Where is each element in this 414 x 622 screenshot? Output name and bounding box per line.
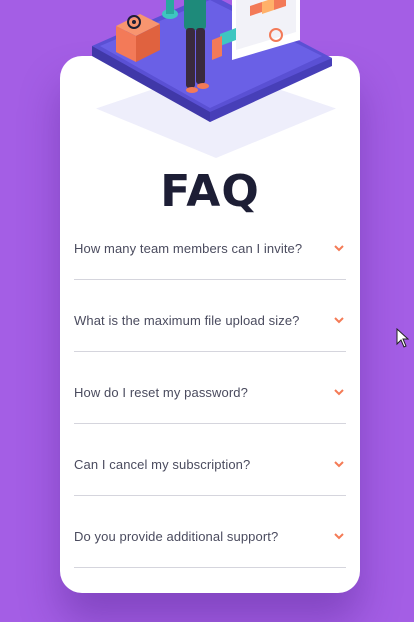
- faq-question[interactable]: How do I reset my password?: [74, 385, 248, 400]
- faq-question[interactable]: What is the maximum file upload size?: [74, 313, 300, 328]
- faq-divider: [74, 495, 346, 496]
- faq-item[interactable]: What is the maximum file upload size?: [74, 302, 346, 374]
- faq-item[interactable]: Can I cancel my subscription?: [74, 446, 346, 518]
- faq-question-row[interactable]: Can I cancel my subscription?: [74, 454, 346, 474]
- faq-question[interactable]: How many team members can I invite?: [74, 241, 302, 256]
- page-title: FAQ: [160, 166, 260, 217]
- faq-item[interactable]: How many team members can I invite?: [74, 230, 346, 302]
- faq-question[interactable]: Can I cancel my subscription?: [74, 457, 250, 472]
- faq-question-row[interactable]: Do you provide additional support?: [74, 526, 346, 546]
- chevron-down-icon[interactable]: [332, 313, 346, 327]
- chevron-down-icon[interactable]: [332, 529, 346, 543]
- faq-question-row[interactable]: How do I reset my password?: [74, 382, 346, 402]
- chevron-down-icon[interactable]: [332, 457, 346, 471]
- faq-page: FAQ How many team members can I invite? …: [0, 0, 414, 622]
- faq-question-row[interactable]: How many team members can I invite?: [74, 238, 346, 258]
- faq-item[interactable]: Do you provide additional support?: [74, 518, 346, 590]
- faq-question[interactable]: Do you provide additional support?: [74, 529, 278, 544]
- faq-item[interactable]: How do I reset my password?: [74, 374, 346, 446]
- faq-divider: [74, 279, 346, 280]
- chevron-down-icon[interactable]: [332, 241, 346, 255]
- mouse-pointer-icon: [396, 328, 410, 348]
- faq-divider: [74, 423, 346, 424]
- faq-divider: [74, 567, 346, 568]
- faq-question-row[interactable]: What is the maximum file upload size?: [74, 310, 346, 330]
- faq-list: How many team members can I invite? What…: [74, 230, 346, 590]
- faq-divider: [74, 351, 346, 352]
- chevron-down-icon[interactable]: [332, 385, 346, 399]
